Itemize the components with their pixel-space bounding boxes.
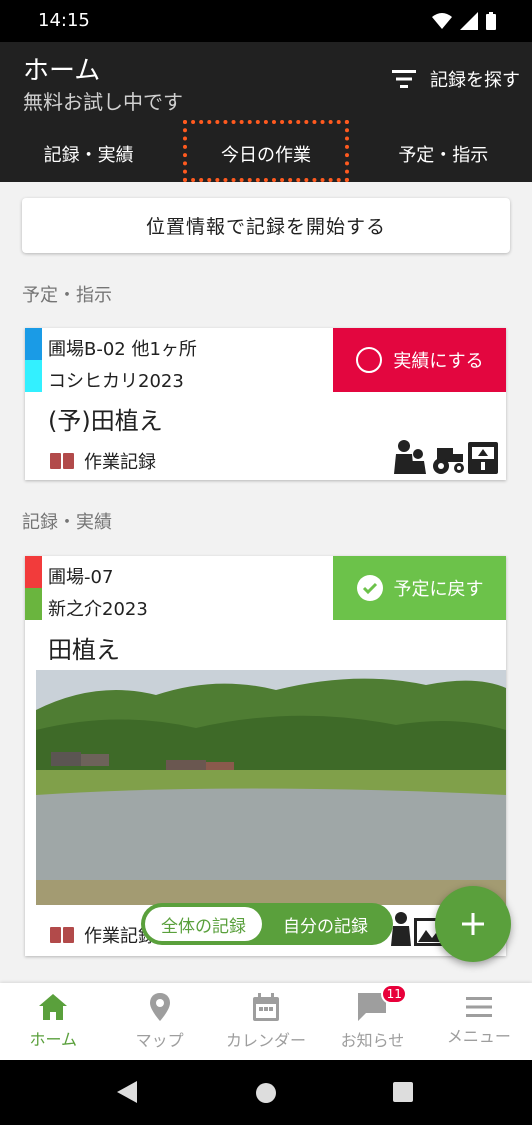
app-header: ホーム 無料お試し中です 記録を探す 記録・実績 今日の作業 予定・指示 xyxy=(0,42,532,182)
tab-plans[interactable]: 予定・指示 xyxy=(355,126,532,182)
workers-icon xyxy=(394,440,426,474)
revert-to-plan-label: 予定に戻す xyxy=(393,579,484,600)
notification-badge: 11 xyxy=(381,984,408,1004)
planned-card[interactable]: 圃場B-02 他1ヶ所 コシヒカリ2023 (予)田植え 実績にする 作業記録 xyxy=(25,328,506,480)
section-title-records: 記録・実績 xyxy=(22,512,112,533)
calendar-icon xyxy=(253,992,280,1021)
nav-label-notifications: お知らせ xyxy=(340,1030,405,1050)
worker-icon xyxy=(391,912,411,946)
crop-color-bar xyxy=(25,360,42,392)
tractor-icon xyxy=(433,448,464,474)
card-field-name: 圃場-07 xyxy=(48,567,114,588)
nav-item-home[interactable]: ホーム xyxy=(0,983,106,1060)
field-color-bar xyxy=(25,556,42,588)
record-type-label: 作業記録 xyxy=(84,452,156,473)
circle-icon xyxy=(356,347,383,373)
card-task-name: (予)田植え xyxy=(48,407,163,435)
worker-tractor-icons xyxy=(394,440,498,474)
start-by-location-button[interactable]: 位置情報で記録を開始する xyxy=(22,198,510,253)
wifi-icon xyxy=(432,13,452,29)
bottom-nav: ホーム マップ カレンダー 11 お知らせ メニュー xyxy=(0,983,532,1060)
nav-label-calendar: カレンダー xyxy=(226,1030,307,1050)
signal-icon xyxy=(460,12,478,30)
filter-icon xyxy=(392,70,416,88)
nav-item-notifications[interactable]: 11 お知らせ xyxy=(319,983,425,1060)
nav-label-menu: メニュー xyxy=(446,1026,511,1046)
tab-highlight xyxy=(183,120,349,182)
card-crop-name: 新之介2023 xyxy=(48,599,148,620)
add-record-button[interactable] xyxy=(435,886,511,962)
planter-icon xyxy=(468,442,498,474)
check-circle-icon xyxy=(356,575,383,601)
search-records-label: 記録を探す xyxy=(430,70,520,91)
section-title-planned: 予定・指示 xyxy=(22,285,112,306)
book-icon xyxy=(50,453,74,469)
back-icon[interactable] xyxy=(117,1081,137,1103)
mark-as-done-button[interactable]: 実績にする xyxy=(333,328,506,392)
status-icons xyxy=(432,12,496,30)
card-field-name: 圃場B-02 他1ヶ所 xyxy=(48,339,197,360)
home-circle-icon[interactable] xyxy=(255,1082,277,1104)
record-card[interactable]: 圃場-07 新之介2023 田植え 予定に戻す 作業記録 xyxy=(25,556,506,956)
search-records-button[interactable]: 記録を探す xyxy=(392,66,520,92)
my-records-option[interactable]: 自分の記録 xyxy=(262,907,389,941)
status-bar: 14:15 xyxy=(0,0,532,42)
menu-icon xyxy=(465,996,492,1017)
plus-icon xyxy=(462,913,484,935)
map-pin-icon xyxy=(149,992,170,1021)
revert-to-plan-button[interactable]: 予定に戻す xyxy=(333,556,506,620)
nav-item-calendar[interactable]: カレンダー xyxy=(213,983,319,1060)
nav-item-menu[interactable]: メニュー xyxy=(426,983,532,1060)
all-records-option[interactable]: 全体の記録 xyxy=(145,907,262,941)
tab-records[interactable]: 記録・実績 xyxy=(0,126,177,182)
card-crop-name: コシヒカリ2023 xyxy=(48,371,184,392)
book-icon xyxy=(50,927,74,943)
recents-icon[interactable] xyxy=(393,1082,413,1102)
record-type: 作業記録 xyxy=(50,448,156,474)
field-color-bar xyxy=(25,328,42,360)
battery-icon xyxy=(486,12,496,30)
home-icon xyxy=(39,993,68,1020)
page-title: ホーム xyxy=(23,56,101,86)
crop-color-bar xyxy=(25,588,42,620)
record-scope-toggle: 全体の記録 自分の記録 xyxy=(141,903,393,945)
system-nav-bar xyxy=(0,1060,532,1125)
nav-label-map: マップ xyxy=(135,1030,184,1050)
nav-label-home: ホーム xyxy=(29,1029,77,1049)
trial-status: 無料お試し中です xyxy=(23,90,183,114)
card-task-name: 田植え xyxy=(48,636,120,664)
nav-item-map[interactable]: マップ xyxy=(106,983,212,1060)
mark-as-done-label: 実績にする xyxy=(393,351,484,372)
field-photo[interactable] xyxy=(36,670,506,905)
status-time: 14:15 xyxy=(38,10,90,31)
